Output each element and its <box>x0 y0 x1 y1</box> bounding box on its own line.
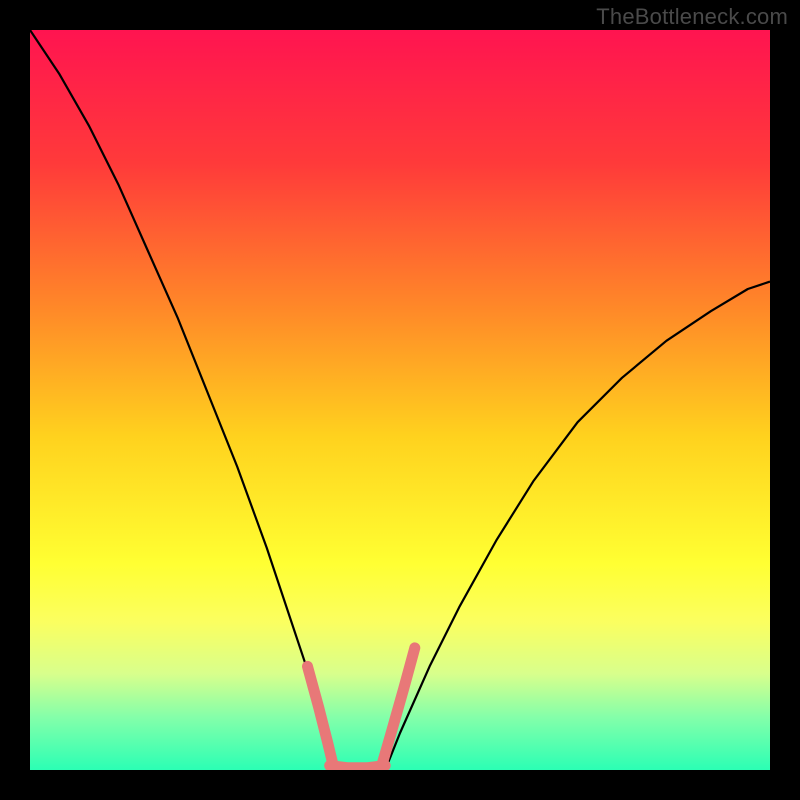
chart-frame: TheBottleneck.com <box>0 0 800 800</box>
chart-background <box>30 30 770 770</box>
watermark-text: TheBottleneck.com <box>596 4 788 30</box>
chart-svg <box>30 30 770 770</box>
chart-plot-area <box>30 30 770 770</box>
